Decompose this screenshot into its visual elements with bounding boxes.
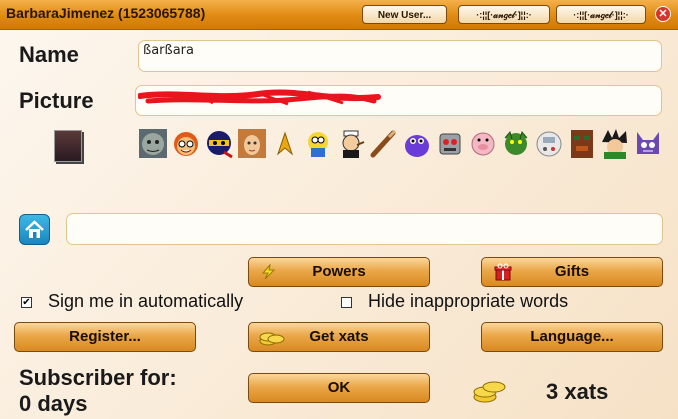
name-label: Name	[19, 42, 79, 67]
redhead-smiley-icon[interactable]	[171, 128, 201, 159]
lightning-icon	[261, 264, 276, 280]
gift-icon	[494, 263, 512, 281]
goku-icon[interactable]	[600, 128, 630, 159]
gameboy-smiley-icon[interactable]	[534, 128, 564, 159]
gifts-button[interactable]: Gifts	[481, 257, 663, 287]
powers-button[interactable]: Powers	[248, 257, 430, 287]
popeye-icon[interactable]	[336, 128, 366, 159]
powers-label: Powers	[312, 263, 366, 280]
new-user-button[interactable]: New User...	[362, 5, 447, 24]
xats-coins-icon	[473, 381, 506, 403]
smiley-strip	[138, 128, 663, 159]
girl-face-icon[interactable]	[237, 128, 267, 159]
name-value: ßarßara	[143, 43, 194, 58]
gifts-label: Gifts	[554, 263, 590, 280]
coins-icon	[259, 332, 285, 346]
avatar[interactable]	[54, 130, 82, 162]
picture-label: Picture	[19, 88, 94, 113]
pig-smiley-icon[interactable]	[468, 128, 498, 159]
get-xats-button[interactable]: Get xats	[248, 322, 430, 352]
home-icon[interactable]	[19, 214, 50, 245]
sign-in-label: Sign me in automatically	[48, 291, 244, 311]
wand-icon[interactable]	[369, 128, 399, 159]
subscriber-label: Subscriber for: 0 days	[19, 365, 177, 417]
redaction-scribble	[138, 89, 381, 106]
name-field[interactable]: ßarßara	[138, 40, 662, 72]
profile-tab-2[interactable]: ·:¦¦[·𝒶𝓃𝑔𝑒𝓁·]¦¦:·	[556, 5, 646, 24]
robot-smiley-icon[interactable]	[435, 128, 465, 159]
subscriber-line1: Subscriber for:	[19, 365, 177, 390]
green-dragon-icon[interactable]	[501, 128, 531, 159]
goblin-icon[interactable]	[138, 128, 168, 159]
ninja-smiley-icon[interactable]	[204, 128, 234, 159]
tiki-totem-icon[interactable]	[567, 128, 597, 159]
register-button[interactable]: Register...	[14, 322, 196, 352]
homepage-field[interactable]	[66, 213, 663, 245]
purple-monster-icon[interactable]	[402, 128, 432, 159]
xats-balance: 3 xats	[546, 379, 609, 404]
title-bar: BarbaraJimenez (1523065788) New User... …	[0, 0, 678, 30]
star-trek-insignia-icon[interactable]	[270, 128, 300, 159]
homer-icon[interactable]	[303, 128, 333, 159]
profile-tab-1[interactable]: ·:¦¦[·𝒶𝓃𝑔𝑒𝓁·]¦¦:·	[458, 5, 550, 24]
profile-window: BarbaraJimenez (1523065788) New User... …	[0, 0, 678, 419]
hide-words-checkbox[interactable]	[341, 297, 352, 308]
sign-in-checkbox[interactable]: ✔	[21, 297, 32, 308]
window-title: BarbaraJimenez (1523065788)	[6, 5, 206, 21]
subscriber-line2: 0 days	[19, 391, 88, 416]
get-xats-label: Get xats	[309, 328, 369, 345]
hide-words-label: Hide inappropriate words	[368, 291, 569, 311]
language-button[interactable]: Language...	[481, 322, 663, 352]
crazy-cat-icon[interactable]	[633, 128, 663, 159]
close-icon[interactable]: ✕	[655, 6, 671, 22]
ok-button[interactable]: OK	[248, 373, 430, 403]
